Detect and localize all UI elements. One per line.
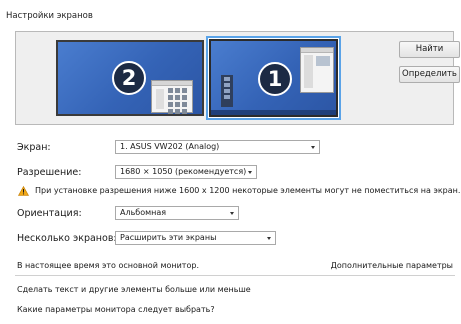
monitor-1-thumbnail[interactable]: 1 (209, 39, 338, 117)
monitor-2-number-badge: 2 (112, 61, 146, 95)
warning-icon (18, 186, 29, 196)
orientation-select-value: Альбомная (120, 208, 167, 217)
chevron-down-icon (267, 237, 271, 240)
multiple-displays-select-value: Расширить эти экраны (120, 233, 217, 242)
find-button[interactable]: Найти (399, 41, 460, 58)
display-select-value: 1. ASUS VW202 (Analog) (120, 142, 220, 151)
taskbar (211, 110, 336, 115)
text-size-link[interactable]: Сделать текст и другие элементы больше и… (17, 285, 251, 294)
window-thumbnail (151, 80, 193, 114)
display-select[interactable]: 1. ASUS VW202 (Analog) (115, 140, 320, 154)
display-label: Экран: (17, 142, 51, 153)
orientation-select[interactable]: Альбомная (115, 206, 239, 220)
multiple-displays-select[interactable]: Расширить эти экраны (115, 231, 276, 245)
which-settings-link[interactable]: Какие параметры монитора следует выбрать… (17, 305, 215, 314)
chevron-down-icon (311, 146, 315, 149)
resolution-select[interactable]: 1680 × 1050 (рекомендуется) (115, 165, 257, 179)
multiple-displays-label: Несколько экранов: (17, 233, 117, 244)
start-grid-icon (168, 88, 187, 114)
resolution-label: Разрешение: (17, 167, 82, 178)
divider (15, 275, 455, 276)
chevron-down-icon (248, 171, 252, 174)
sidebar-gadgets-icon (221, 75, 233, 107)
chevron-down-icon (230, 212, 234, 215)
advanced-settings-link[interactable]: Дополнительные параметры (331, 261, 453, 270)
identify-button[interactable]: Определить (399, 66, 460, 83)
window-thumbnail (300, 47, 334, 93)
resolution-warning-text: При установке разрешения ниже 1600 x 120… (35, 186, 461, 195)
orientation-label: Ориентация: (17, 208, 82, 219)
display-preview-panel: 2 1 Найти Определить (15, 31, 460, 125)
main-monitor-status-text: В настоящее время это основной монитор. (17, 261, 199, 270)
page-title: Настройки экранов (6, 11, 93, 21)
resolution-select-value: 1680 × 1050 (рекомендуется) (120, 167, 247, 176)
monitor-2-thumbnail[interactable]: 2 (56, 40, 204, 116)
monitor-1-number-badge: 1 (258, 62, 292, 96)
